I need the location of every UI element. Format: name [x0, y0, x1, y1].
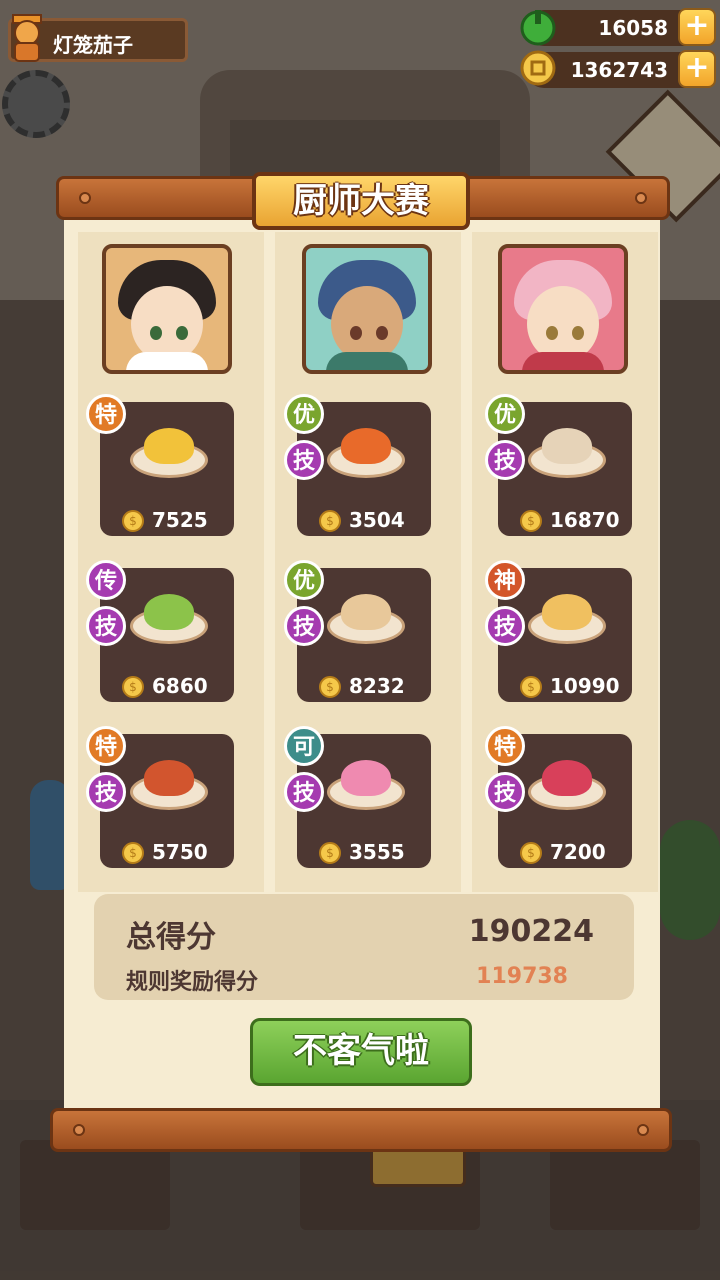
coin-icon: $: [319, 676, 341, 698]
grade-badge: 特: [86, 726, 126, 766]
dish-image: [542, 760, 592, 796]
player-name: 灯笼茄子: [53, 33, 133, 57]
rod-nail: [635, 192, 647, 204]
dish-image: [144, 760, 194, 796]
coin-icon: $: [122, 676, 144, 698]
player-name-plate[interactable]: 灯笼茄子: [8, 14, 188, 62]
dish-price: 7200: [550, 840, 606, 864]
chef-body: [126, 352, 208, 370]
chef-portrait[interactable]: [498, 244, 628, 374]
skill-badge: 技: [86, 606, 126, 646]
chef-face: [527, 286, 599, 362]
settings-gear-icon[interactable]: [2, 70, 70, 138]
chef-eye: [176, 326, 188, 340]
scroll-bottom-rod: [50, 1108, 672, 1152]
chef-body: [326, 352, 408, 370]
grade-badge: 可: [284, 726, 324, 766]
dish-price: 7525: [152, 508, 208, 532]
rod-nail: [637, 1124, 649, 1136]
confirm-button[interactable]: 不客气啦: [250, 1018, 472, 1086]
modal-title: 厨师大赛: [252, 172, 470, 230]
grade-badge: 优: [485, 394, 525, 434]
coin-counter: 1362743 +: [520, 50, 716, 88]
chef-face: [331, 286, 403, 362]
skill-badge: 技: [284, 772, 324, 812]
coin-icon: $: [319, 510, 341, 532]
skill-badge: 技: [284, 606, 324, 646]
total-score-value: 190224: [468, 914, 594, 949]
coin-icon: $: [520, 676, 542, 698]
add-gems-button[interactable]: +: [678, 8, 716, 46]
grade-badge: 优: [284, 394, 324, 434]
green-gem-icon: [520, 10, 556, 46]
dish-image: [144, 428, 194, 464]
gem-count: 16058: [598, 16, 668, 40]
dish-image: [542, 428, 592, 464]
chef-eye: [376, 326, 388, 340]
grade-badge: 神: [485, 560, 525, 600]
skill-badge: 技: [86, 772, 126, 812]
chef-portrait[interactable]: [302, 244, 432, 374]
dish-price: 6860: [152, 674, 208, 698]
chef-eye: [350, 326, 362, 340]
coin-icon: $: [122, 510, 144, 532]
dish-image: [341, 594, 391, 630]
player-avatar-icon: [12, 14, 42, 62]
chef-eye: [150, 326, 162, 340]
add-coins-button[interactable]: +: [678, 50, 716, 88]
dish-price: 10990: [550, 674, 620, 698]
coin-icon: $: [122, 842, 144, 864]
grade-badge: 特: [86, 394, 126, 434]
gem-counter: 16058 +: [520, 8, 716, 46]
chef-face: [131, 286, 203, 362]
bonus-score-value: 119738: [476, 964, 568, 989]
skill-badge: 技: [284, 440, 324, 480]
dish-price: 3555: [349, 840, 405, 864]
coin-count: 1362743: [570, 58, 668, 82]
rod-nail: [79, 192, 91, 204]
coin-icon: $: [319, 842, 341, 864]
dish-price: 8232: [349, 674, 405, 698]
rod-nail: [73, 1124, 85, 1136]
dish-price: 3504: [349, 508, 405, 532]
bonus-score-label: 规则奖励得分: [126, 970, 259, 995]
skill-badge: 技: [485, 606, 525, 646]
dish-image: [144, 594, 194, 630]
coin-icon: $: [520, 842, 542, 864]
score-summary: 总得分 190224 规则奖励得分 119738: [94, 894, 634, 1000]
chef-eye: [572, 326, 584, 340]
dish-price: 5750: [152, 840, 208, 864]
dish-price: 16870: [550, 508, 620, 532]
grade-badge: 优: [284, 560, 324, 600]
dish-image: [341, 428, 391, 464]
grade-badge: 特: [485, 726, 525, 766]
dish-image: [542, 594, 592, 630]
chef-body: [522, 352, 604, 370]
coin-icon: $: [520, 510, 542, 532]
skill-badge: 技: [485, 772, 525, 812]
skill-badge: 技: [485, 440, 525, 480]
total-score-label: 总得分: [126, 920, 216, 955]
chef-eye: [546, 326, 558, 340]
chef-portrait[interactable]: [102, 244, 232, 374]
gold-coin-icon: [520, 50, 556, 86]
dish-image: [341, 760, 391, 796]
grade-badge: 传: [86, 560, 126, 600]
